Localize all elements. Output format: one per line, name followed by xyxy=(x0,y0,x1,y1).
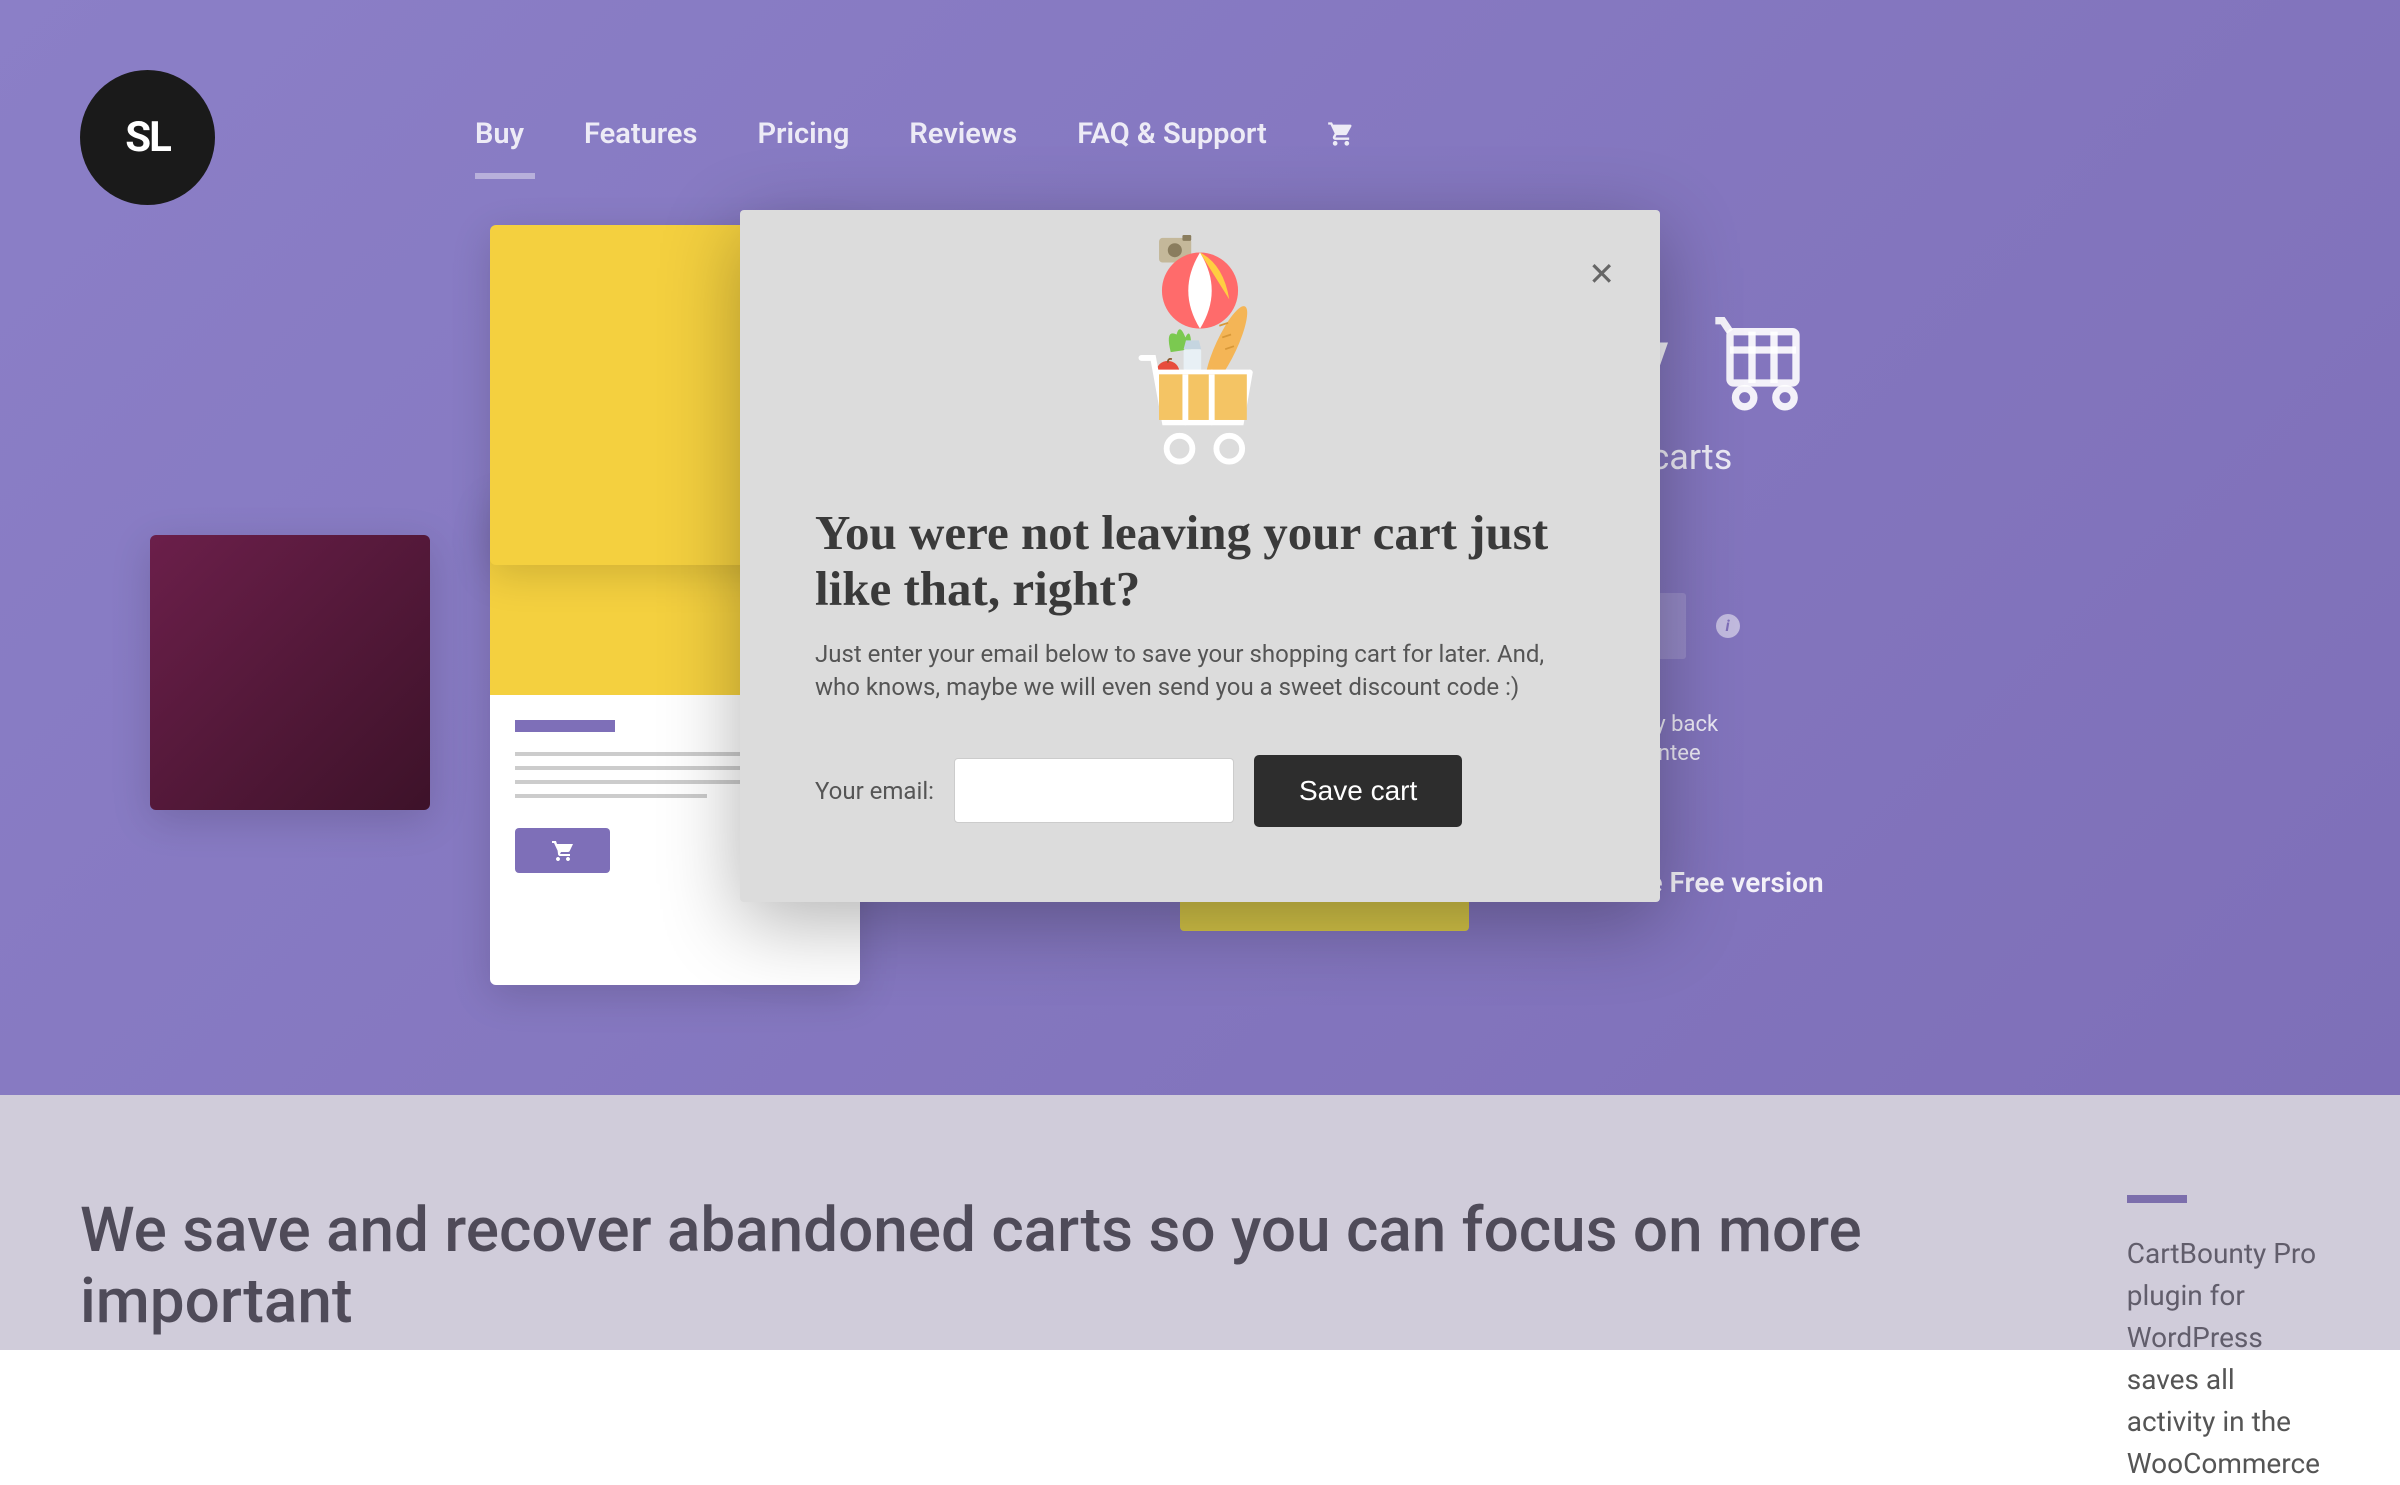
modal-title: You were not leaving your cart just like… xyxy=(815,505,1585,618)
modal-overlay: ✕ xyxy=(0,0,2400,1350)
modal-description: Just enter your email below to save your… xyxy=(815,638,1585,705)
cart-illustration xyxy=(1090,235,1310,475)
email-label: Your email: xyxy=(815,777,934,805)
modal-form: Your email: Save cart xyxy=(815,755,1585,827)
close-button[interactable]: ✕ xyxy=(1588,255,1615,293)
email-input[interactable] xyxy=(954,758,1234,823)
save-cart-button[interactable]: Save cart xyxy=(1254,755,1462,827)
exit-intent-modal: ✕ xyxy=(740,210,1660,902)
close-icon: ✕ xyxy=(1588,256,1615,292)
